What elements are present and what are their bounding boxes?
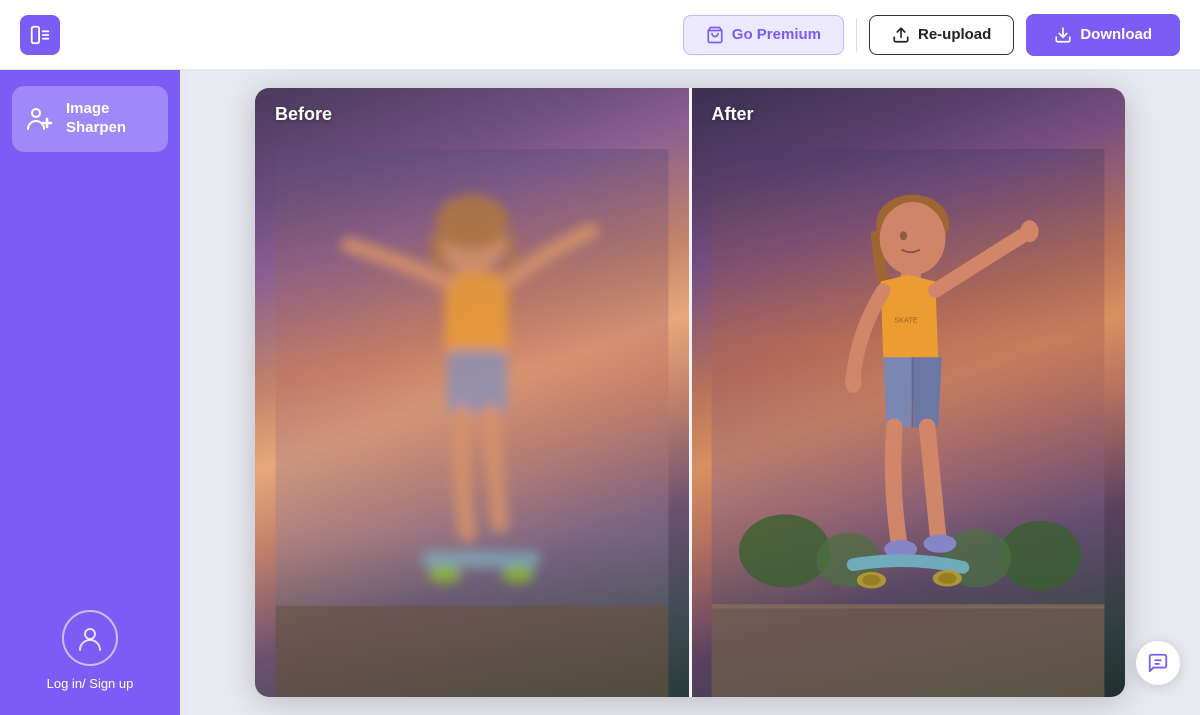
panel-divider [689, 88, 692, 697]
content-area: Before [180, 70, 1200, 715]
svg-text:SKATE: SKATE [895, 315, 919, 324]
main-layout: ImageSharpen Log in/ Sign up Before [0, 70, 1200, 715]
download-label: Download [1080, 26, 1152, 43]
image-sharpen-icon-box [24, 103, 56, 135]
after-panel: After [692, 88, 1126, 697]
feedback-icon [1147, 652, 1169, 674]
before-panel: Before [255, 88, 689, 697]
after-person-illustration: SKATE [692, 149, 1126, 697]
sidebar-item-label: ImageSharpen [66, 100, 126, 138]
after-label: After [712, 104, 754, 125]
image-comparison: Before [255, 88, 1125, 697]
cart-icon [706, 26, 724, 44]
feedback-button[interactable] [1136, 641, 1180, 685]
sidebar-toggle-icon [29, 24, 51, 46]
sidebar-item-image-sharpen[interactable]: ImageSharpen [12, 86, 168, 152]
image-sharpen-icon [26, 105, 54, 133]
header-right: Go Premium Re-upload Download [683, 14, 1180, 56]
reupload-label: Re-upload [918, 26, 991, 43]
upload-icon [892, 26, 910, 44]
go-premium-label: Go Premium [732, 26, 821, 43]
before-label: Before [275, 104, 332, 125]
header: Go Premium Re-upload Download [0, 0, 1200, 70]
avatar-button[interactable] [62, 610, 118, 666]
header-left [20, 15, 60, 55]
header-divider [856, 18, 857, 52]
go-premium-button[interactable]: Go Premium [683, 15, 844, 55]
sidebar-bottom: Log in/ Sign up [47, 610, 134, 691]
reupload-button[interactable]: Re-upload [869, 15, 1014, 55]
before-person-illustration [255, 149, 689, 697]
sidebar: ImageSharpen Log in/ Sign up [0, 70, 180, 715]
user-icon [76, 624, 104, 652]
login-label[interactable]: Log in/ Sign up [47, 676, 134, 691]
download-icon [1054, 26, 1072, 44]
sidebar-toggle-button[interactable] [20, 15, 60, 55]
download-button[interactable]: Download [1026, 14, 1180, 56]
